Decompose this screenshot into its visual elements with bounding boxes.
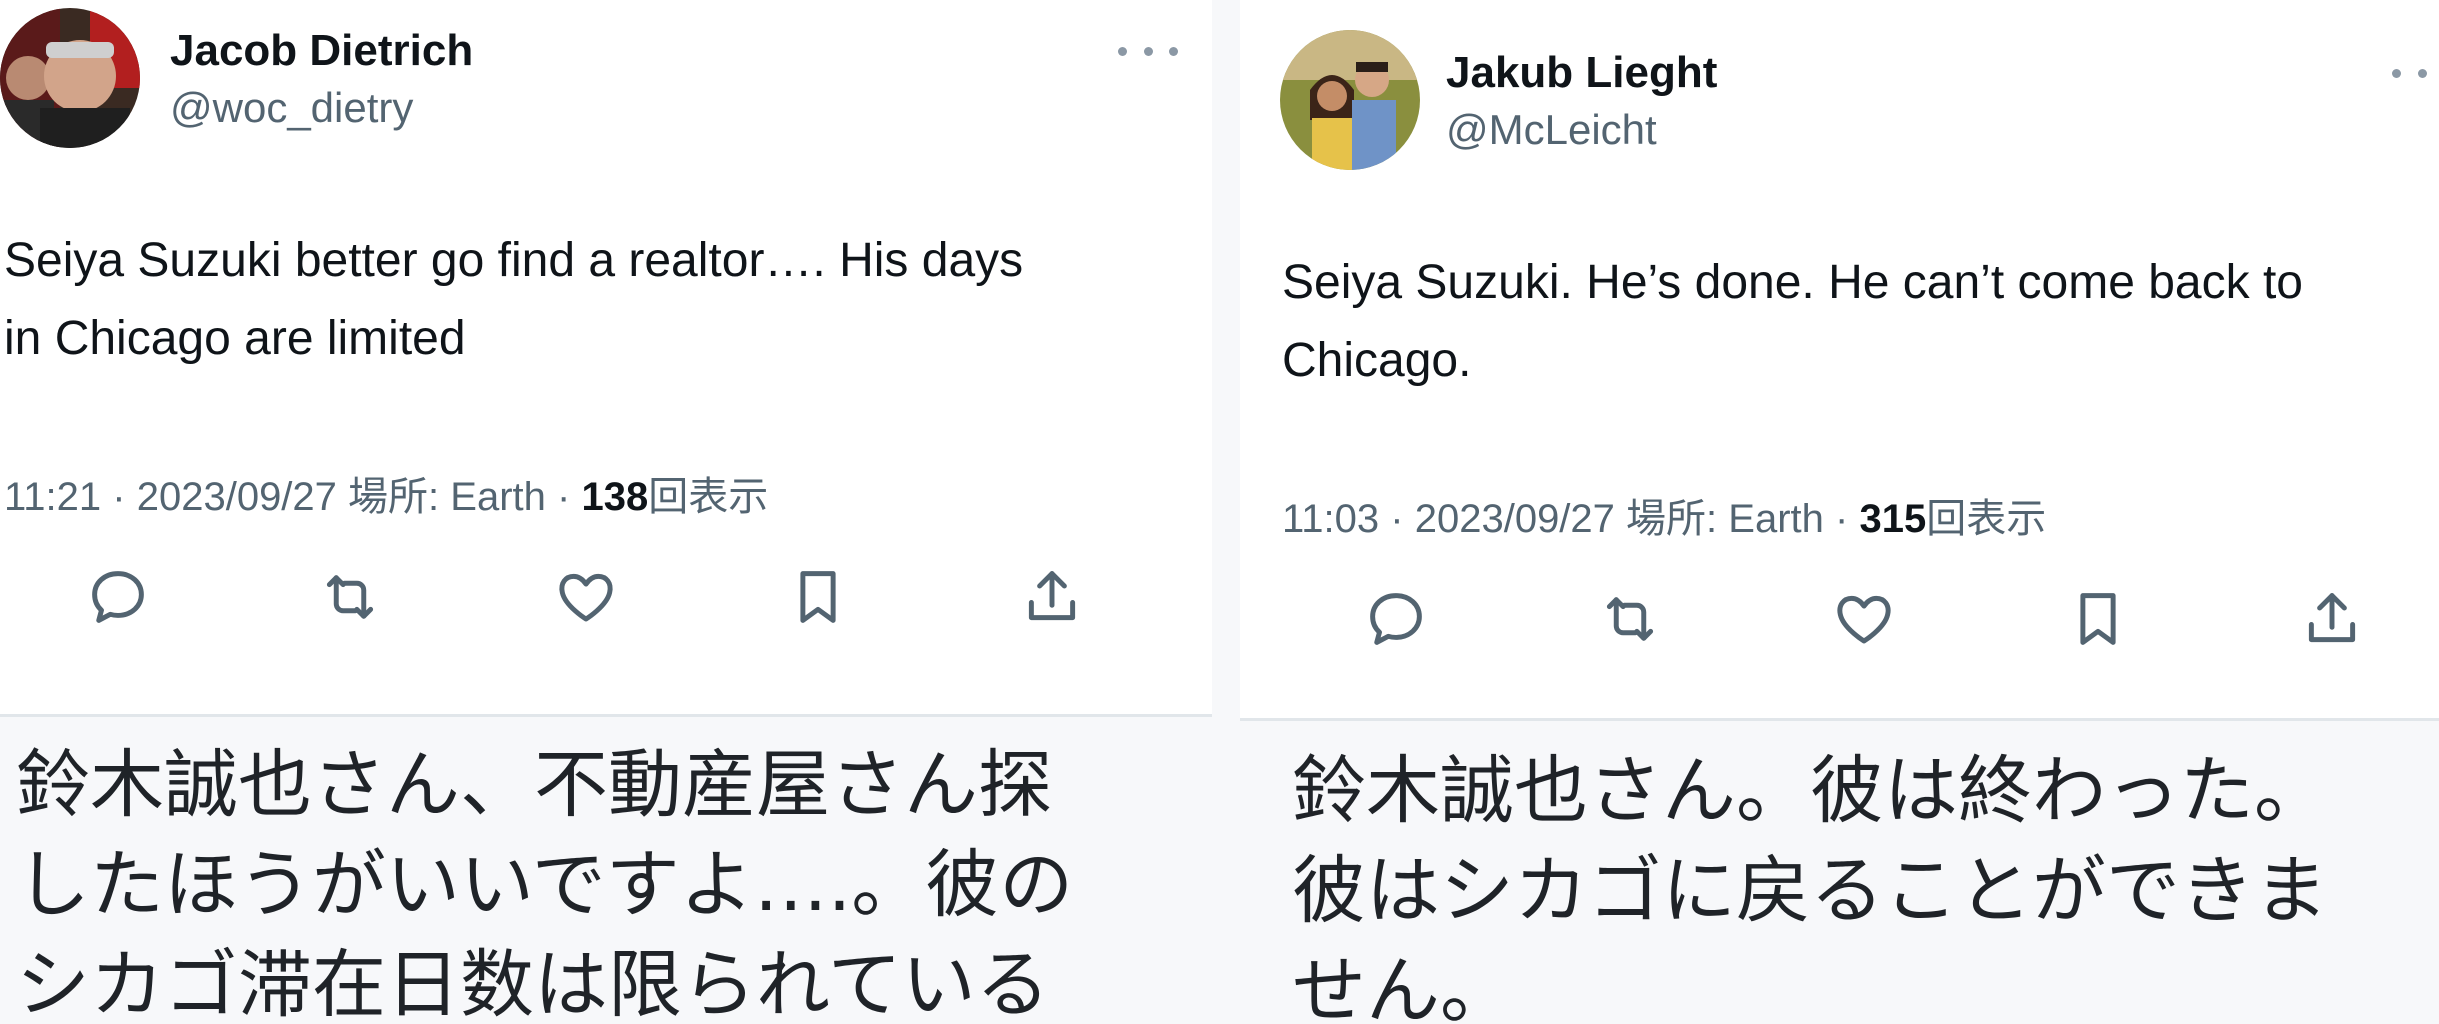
bookmark-icon[interactable] (2058, 579, 2138, 659)
more-horizontal-icon[interactable] (1118, 36, 1178, 66)
share-icon[interactable] (1012, 557, 1092, 637)
tweet-time[interactable]: 11:03 (1282, 497, 1379, 541)
tweet-text-line: Seiya Suzuki. He’s done. He can’t come b… (1282, 256, 2303, 309)
avatar[interactable] (1280, 30, 1420, 170)
views-label: 回表示 (1926, 497, 2047, 541)
tweet-card-right: Jakub Lieght @McLeicht Seiya Suzuki. He’… (1240, 0, 2439, 1024)
translation-box: 鈴木誠也さん。彼は終わった。 彼はシカゴに戻ることができま せん。 (1240, 718, 2439, 1024)
user-handle[interactable]: @woc_dietry (170, 84, 413, 132)
translation-line: 彼はシカゴに戻ることができま (1292, 848, 2328, 934)
translation-text: 鈴木誠也さん、不動産屋さん探 したほうがいいですよ….。彼の シカゴ滞在日数は限… (16, 735, 1073, 1024)
reply-icon[interactable] (78, 557, 158, 637)
meta-separator: · (112, 475, 126, 519)
tweet-text-line: Chicago. (1282, 334, 1472, 387)
views-label: 回表示 (648, 475, 769, 519)
tweet-date[interactable]: 2023/09/27 (137, 475, 337, 519)
translation-line: せん。 (1292, 948, 1514, 1024)
panel-divider (1212, 0, 1240, 1024)
like-icon[interactable] (546, 557, 626, 637)
bookmark-icon[interactable] (778, 557, 858, 637)
translation-line: シカゴ滞在日数は限られている (16, 942, 1050, 1024)
tweet-text-line: Seiya Suzuki better go find a realtor…. … (4, 234, 1024, 287)
translation-line: したほうがいいですよ….。彼の (16, 842, 1074, 928)
tweet-text-line: in Chicago are limited (4, 312, 466, 365)
location-value: Earth (450, 475, 546, 519)
like-icon[interactable] (1824, 579, 1904, 659)
tweet-time[interactable]: 11:21 (4, 475, 101, 519)
more-horizontal-icon[interactable] (2392, 58, 2439, 88)
translation-box: 鈴木誠也さん、不動産屋さん探 したほうがいいですよ….。彼の シカゴ滞在日数は限… (0, 714, 1212, 1024)
retweet-icon[interactable] (310, 557, 390, 637)
tweet-meta: 11:21 · 2023/09/27 場所: Earth · 138回表示 (4, 464, 768, 522)
views-count[interactable]: 315 (1859, 497, 1926, 541)
views-count[interactable]: 138 (581, 475, 648, 519)
meta-separator: · (1390, 497, 1404, 541)
location-value: Earth (1728, 497, 1824, 541)
meta-separator: · (1835, 497, 1849, 541)
user-handle[interactable]: @McLeicht (1446, 106, 1657, 154)
reply-icon[interactable] (1356, 579, 1436, 659)
display-name[interactable]: Jakub Lieght (1446, 48, 1717, 98)
tweet-card-left: Jacob Dietrich @woc_dietry Seiya Suzuki … (0, 0, 1212, 1024)
location-label: 場所: (348, 475, 440, 519)
meta-separator: · (557, 475, 571, 519)
tweet-date[interactable]: 2023/09/27 (1415, 497, 1615, 541)
tweet-meta: 11:03 · 2023/09/27 場所: Earth · 315回表示 (1282, 486, 2046, 544)
translation-line: 鈴木誠也さん、不動産屋さん探 (16, 742, 1052, 828)
share-icon[interactable] (2292, 579, 2372, 659)
avatar[interactable] (0, 8, 140, 148)
display-name[interactable]: Jacob Dietrich (170, 26, 473, 76)
location-label: 場所: (1626, 497, 1718, 541)
tweet-text: Seiya Suzuki. He’s done. He can’t come b… (1282, 244, 2303, 400)
translation-text: 鈴木誠也さん。彼は終わった。 彼はシカゴに戻ることができま せん。 (1292, 741, 2328, 1024)
translation-line: 鈴木誠也さん。彼は終わった。 (1292, 748, 2328, 834)
tweet-text: Seiya Suzuki better go find a realtor…. … (4, 222, 1023, 378)
retweet-icon[interactable] (1590, 579, 1670, 659)
